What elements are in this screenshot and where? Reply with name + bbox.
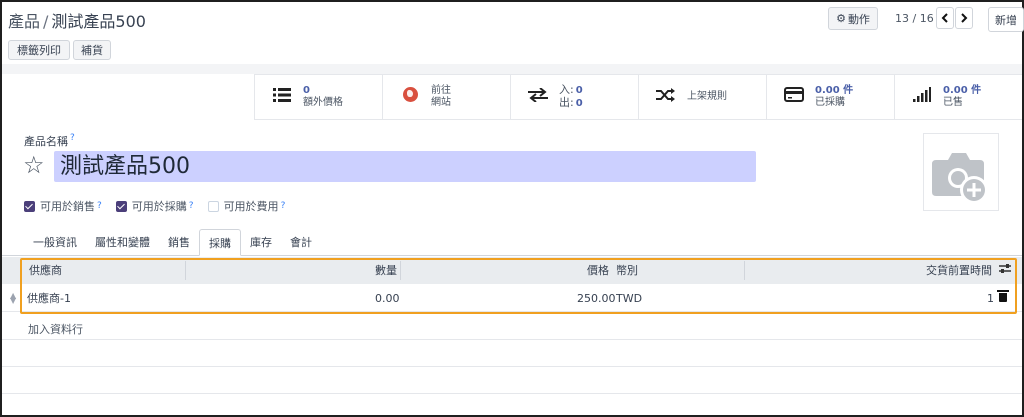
header-quantity[interactable]: 數量 [375,257,397,284]
control-panel: 產品 / 測試產品500 ⚙ 動作 13 / 16 新增 [2,2,1024,36]
product-image-upload[interactable] [923,133,999,211]
website-line1: 前往 [431,85,451,96]
row-divider [2,339,1022,340]
go-to-website-button[interactable]: 前往 網站 [382,75,510,119]
product-name-field[interactable]: 測試產品500 [54,151,756,182]
putaway-rules-label: 上架規則 [687,91,727,102]
checkbox-checked-icon [115,200,127,212]
purchased-button[interactable]: 0.00 件已採購 [766,75,894,119]
row-divider [2,393,1022,394]
help-tooltip-icon[interactable]: ? [281,201,286,211]
in-label: 入: [559,83,574,96]
drag-handle-icon[interactable]: ▲ ▼ [10,292,16,305]
help-tooltip-icon[interactable]: ? [189,201,194,211]
quantity-cell[interactable]: 0.00 [375,285,400,312]
column-divider [744,261,745,280]
globe-icon [397,87,423,107]
smart-buttons: 0 額外價格 前往 網站 入: 0 出: 0 上架規則 0.00 件已採購 0.… [254,74,1022,120]
random-icon [653,87,679,107]
can-be-sold-checkbox[interactable]: 可用於銷售? [24,198,102,214]
notebook-tabs: 一般資訊 屬性和變體 銷售 採購 庫存 會計 [24,229,321,256]
tab-attributes-variants[interactable]: 屬性和變體 [86,229,159,256]
out-label: 出: [559,96,574,109]
header-lead-time[interactable]: 交貨前置時間 [926,257,992,284]
extra-prices-button[interactable]: 0 額外價格 [254,75,382,119]
extra-prices-label: 額外價格 [303,97,343,108]
column-divider [185,261,186,280]
pager-value[interactable]: 13 / 16 [895,12,934,25]
restock-button[interactable]: 補貨 [73,40,111,60]
help-tooltip-icon[interactable]: ? [97,201,102,211]
trash-icon [997,290,1009,302]
action-label: 動作 [847,12,870,26]
tab-general-info[interactable]: 一般資訊 [24,229,86,256]
help-tooltip-icon[interactable]: ? [70,133,75,143]
in-out-button[interactable]: 入: 0 出: 0 [510,75,638,119]
sold-value: 0.00 件 [943,85,982,96]
star-icon[interactable]: ☆ [23,150,45,180]
breadcrumb-current: 測試產品500 [51,12,146,31]
column-divider [400,261,401,280]
vendor-cell[interactable]: 供應商-1 [27,285,71,312]
new-button[interactable]: 新增 [988,7,1024,32]
sheet-background [2,64,1022,74]
list-icon [269,87,295,107]
checkbox-unchecked-icon [207,200,219,212]
tab-inventory[interactable]: 庫存 [241,229,281,256]
checkbox-checked-icon [24,200,35,212]
optional-columns-icon[interactable] [999,257,1011,284]
chevron-left-icon [941,13,948,23]
add-line-link[interactable]: 加入資料行 [28,321,83,337]
putaway-rules-button[interactable]: 上架規則 [638,75,766,119]
breadcrumb-parent[interactable]: 產品 [8,12,40,31]
tab-purchase[interactable]: 採購 [199,229,241,256]
vendor-table-header: 供應商 數量 價格 幣別 交貨前置時間 [2,257,1022,284]
header-currency[interactable]: 幣別 [616,257,638,284]
product-type-checkboxes: 可用於銷售? 可用於採購? 可用於費用? [24,198,299,214]
action-bar: 標籤列印 補貨 [2,36,1022,64]
camera-add-icon [932,153,988,204]
purchased-label: 已採購 [815,97,845,108]
credit-card-icon [781,87,807,107]
print-labels-button[interactable]: 標籤列印 [8,40,70,60]
table-row[interactable]: ▲ ▼ 供應商-1 0.00 250.00 TWD 1 [2,285,1022,312]
signal-icon [909,87,935,107]
product-name-label: 產品名稱? [24,133,75,148]
form-view: 產品 / 測試產品500 ⚙ 動作 13 / 16 新增 標籤列印 補貨 0 額外價格 … [0,0,1024,417]
sold-button[interactable]: 0.00 件已售 [894,75,1022,119]
lead-time-cell[interactable]: 1 [987,285,994,312]
can-be-expensed-checkbox[interactable]: 可用於費用? [207,198,286,214]
row-divider [2,366,1022,367]
tab-sales[interactable]: 銷售 [159,229,199,256]
price-cell[interactable]: 250.00 [577,285,616,312]
header-price[interactable]: 價格 [587,257,609,284]
tab-accounting[interactable]: 會計 [281,229,321,256]
purchased-value: 0.00 件 [815,85,854,96]
delete-row-button[interactable] [997,285,1009,312]
exchange-icon [525,87,551,107]
sold-label: 已售 [943,97,963,108]
website-line2: 網站 [431,97,451,108]
currency-cell[interactable]: TWD [616,285,642,312]
breadcrumb-separator: / [43,12,49,31]
gear-icon: ⚙ [836,12,846,25]
breadcrumb: 產品 / 測試產品500 [8,8,146,32]
header-vendor[interactable]: 供應商 [29,257,62,284]
chevron-right-icon [961,13,968,23]
pager-previous-button[interactable] [936,7,954,29]
out-value: 0 [575,98,583,109]
can-be-purchased-checkbox[interactable]: 可用於採購? [115,198,194,214]
extra-prices-value: 0 [303,85,310,96]
in-value: 0 [575,85,583,96]
action-button[interactable]: ⚙ 動作 [828,7,878,30]
pager-next-button[interactable] [955,7,973,29]
